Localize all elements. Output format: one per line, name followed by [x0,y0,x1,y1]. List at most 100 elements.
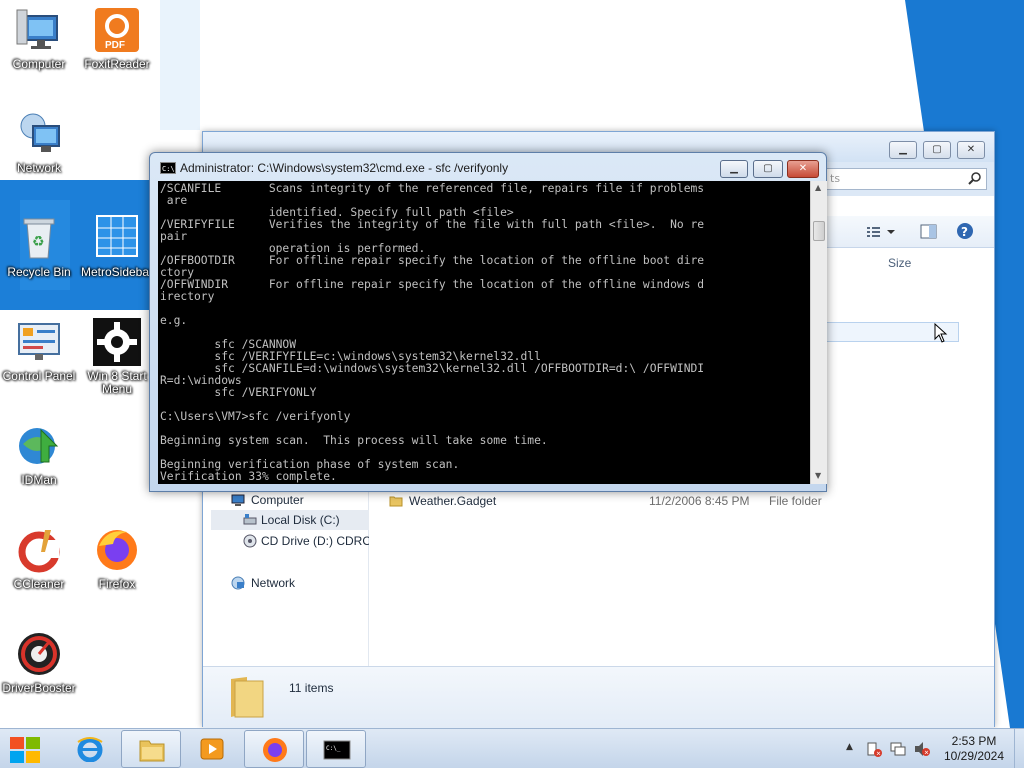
nav-item-label: CD Drive (D:) CDROM [261,534,369,548]
cmd-icon: C:\ [160,162,176,174]
cmd-titlebar[interactable]: C:\ Administrator: C:\Windows\system32\c… [150,153,826,181]
nav-item-label: Local Disk (C:) [261,513,340,527]
desktop-icon-label: CCleaner [13,577,65,591]
gear-icon [93,318,141,366]
help-icon[interactable]: ? [956,222,974,243]
control-panel-icon [15,318,63,366]
search-icon [968,171,982,188]
file-date: 11/2/2006 8:45 PM [649,494,750,508]
nav-item-cd-drive[interactable]: CD Drive (D:) CDROM [211,531,369,551]
volume-muted-icon[interactable]: ✕ [914,741,930,757]
explorer-details-pane: 11 items [203,666,994,728]
foxit-pdf-icon: PDF [93,6,141,54]
idm-globe-icon [15,422,63,470]
item-count: 11 items [289,681,334,695]
file-row[interactable]: Weather.Gadget 11/2/2006 8:45 PM File fo… [383,491,983,511]
firefox-icon [261,737,289,763]
internet-explorer-button[interactable] [60,730,120,768]
svg-text:✕: ✕ [876,751,881,758]
mouse-cursor-icon [934,322,948,346]
desktop-icon-idman[interactable]: IDMan [0,422,78,487]
cmd-title: Administrator: C:\Windows\system32\cmd.e… [180,161,509,175]
firefox-icon [93,526,141,574]
ccleaner-icon [15,526,63,574]
network-icon [231,576,245,590]
svg-text:✕: ✕ [924,750,929,757]
action-center-icon[interactable]: ✕ [866,741,882,758]
cmd-close-button[interactable]: ✕ [787,160,819,178]
desktop-icon-label: FoxitReader [84,57,150,71]
desktop-icon-label: Recycle Bin [7,265,71,279]
computer-icon [15,6,63,54]
driverbooster-icon [15,630,63,678]
file-name: Weather.Gadget [409,494,497,508]
cmd-minimize-button[interactable]: ▁ [720,160,748,178]
folder-icon [138,737,166,763]
desktop-icon-metrosidebar[interactable]: MetroSidebar [78,214,156,279]
svg-text:C:\_: C:\_ [326,745,341,752]
desktop-icon-label: Win 8 Start Menu [87,369,147,396]
cmd-maximize-button[interactable]: ▢ [753,160,783,178]
svg-text:♻: ♻ [32,234,45,250]
taskbar: C:\_ ▲ ✕ ✕ 2:53 PM 10/29/2024 [0,728,1024,768]
clock-time: 2:53 PM [951,734,997,748]
desktop-icon-foxitreader[interactable]: PDF FoxitReader [78,6,156,71]
recycle-bin-icon: ♻ [15,214,63,262]
windows-logo-icon [10,736,40,763]
desktop-icon-computer[interactable]: Computer [0,6,78,71]
preview-pane-icon[interactable] [920,224,938,243]
nav-item-network[interactable]: Network [211,573,369,593]
folder-icon [229,673,265,724]
svg-text:PDF: PDF [105,40,125,51]
scroll-up-arrow-icon[interactable]: ▲ [815,183,821,192]
desktop-icon-win8-start-menu[interactable]: Win 8 Start Menu [78,318,156,396]
computer-icon [231,493,245,507]
cmd-console-output[interactable]: /SCANFILE Scans integrity of the referen… [158,181,810,484]
drive-icon [243,513,257,527]
svg-text:?: ? [961,225,968,239]
explorer-minimize-button[interactable]: ▁ [889,141,917,159]
desktop-icon-label: Firefox [98,577,136,591]
explorer-maximize-button[interactable]: ▢ [923,141,951,159]
show-desktop-button[interactable] [1014,729,1024,768]
desktop-icon-label: MetroSidebar [80,265,154,279]
internet-explorer-icon [76,736,104,763]
column-header-size[interactable]: Size [888,256,911,270]
view-options-icon[interactable] [865,224,897,243]
desktop-icon-ccleaner[interactable]: CCleaner [0,526,78,591]
nav-item-label: Network [251,576,296,590]
media-player-button[interactable] [182,730,242,768]
cmd-window[interactable]: C:\ Administrator: C:\Windows\system32\c… [149,152,827,492]
show-hidden-icons-icon[interactable]: ▲ [846,742,853,752]
console-text: /SCANFILE Scans integrity of the referen… [160,182,705,483]
file-explorer-button[interactable] [121,730,181,768]
system-clock[interactable]: 2:53 PM 10/29/2024 [936,734,1012,764]
media-player-icon [198,736,226,762]
desktop-icon-label: DriverBooster [2,681,76,695]
desktop-icon-control-panel[interactable]: Control Panel [0,318,78,383]
firefox-button[interactable] [244,730,304,768]
desktop-icon-network[interactable]: Network [0,110,78,175]
cmd-icon: C:\_ [323,737,351,763]
explorer-close-button[interactable]: ✕ [957,141,985,159]
cmd-scrollbar-thumb[interactable] [813,221,825,241]
nav-item-local-disk[interactable]: Local Disk (C:) [211,510,369,530]
cmd-scrollbar[interactable]: ▲ ▼ [810,181,827,484]
search-placeholder: ts [830,172,841,185]
start-button[interactable] [0,730,52,768]
cd-drive-icon [243,534,257,548]
desktop-icon-label: Network [16,161,61,175]
explorer-search-input[interactable]: ts [823,168,987,190]
svg-text:C:\: C:\ [162,165,175,173]
metrosidebar-icon [93,214,141,262]
desktop-icon-driverbooster[interactable]: DriverBooster [0,630,78,695]
file-type: File folder [769,494,822,508]
scroll-down-arrow-icon[interactable]: ▼ [815,471,821,480]
desktop-icon-recycle-bin[interactable]: ♻ Recycle Bin [0,214,78,279]
network-icon [15,110,63,158]
nav-item-computer[interactable]: Computer [211,490,369,510]
network-status-icon[interactable] [890,741,906,757]
desktop-icon-firefox[interactable]: Firefox [78,526,156,591]
folder-icon [389,494,403,514]
cmd-button[interactable]: C:\_ [306,730,366,768]
